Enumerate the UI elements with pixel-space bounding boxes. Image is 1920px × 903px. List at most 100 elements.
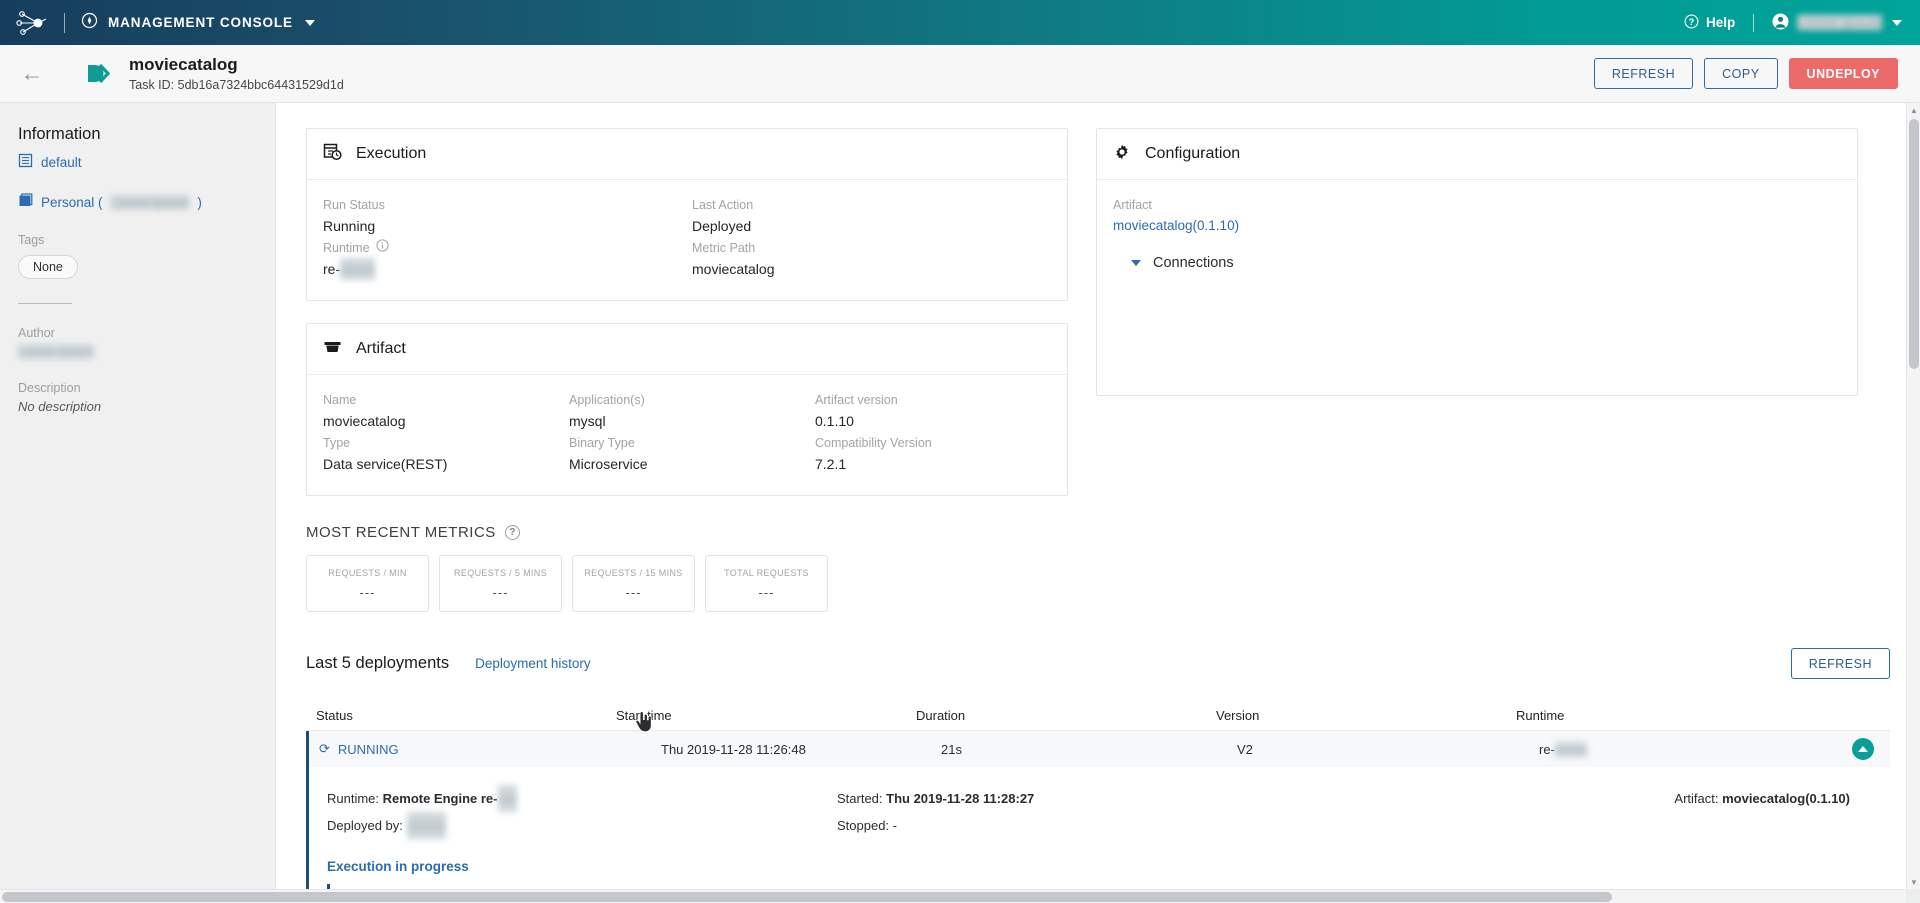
chevron-up-circle-icon[interactable] xyxy=(1852,738,1874,760)
deployment-status-value: RUNNING xyxy=(337,741,399,757)
header-divider-2 xyxy=(1753,13,1755,32)
horizontal-scrollbar-thumb[interactable] xyxy=(2,892,1612,902)
artifact-applications-label: Application(s) xyxy=(569,393,645,407)
copy-button[interactable]: COPY xyxy=(1704,58,1778,89)
page-title-block: moviecatalog Task ID: 5db16a7324bbc64431… xyxy=(129,55,344,91)
detail-runtime-blurred: xxx xyxy=(497,785,517,812)
network-nodes-logo[interactable] xyxy=(16,9,50,37)
column-header-version: Version xyxy=(1216,708,1260,723)
configuration-artifact-link[interactable]: moviecatalog(0.1.10) xyxy=(1113,215,1841,237)
deployments-refresh-button[interactable]: REFRESH xyxy=(1790,648,1890,679)
question-circle-icon[interactable]: ? xyxy=(504,525,520,540)
artifact-card-title: Artifact xyxy=(356,340,406,357)
sidebar-divider xyxy=(18,303,72,304)
deployment-history-link[interactable]: Deployment history xyxy=(475,656,591,671)
detail-runtime-value: Remote Engine re- xyxy=(382,791,498,806)
detail-artifact-value: moviecatalog(0.1.10) xyxy=(1722,791,1850,806)
metric-value: --- xyxy=(359,584,376,600)
chevron-down-icon xyxy=(1131,260,1141,266)
execution-card-body: Run Status Running Last Action Deployed … xyxy=(307,180,1067,300)
metrics-title: MOST RECENT METRICS xyxy=(306,524,496,541)
horizontal-scrollbar[interactable] xyxy=(0,889,1906,903)
artifact-applications-value: mysql xyxy=(569,413,606,429)
tags-value-chip: None xyxy=(18,255,78,279)
execution-card-title: Execution xyxy=(356,145,427,162)
scroll-up-arrow-icon[interactable]: ▲ xyxy=(1907,103,1920,117)
description-value: No description xyxy=(18,399,102,414)
metric-path-label: Metric Path xyxy=(692,241,756,255)
sidebar-workspace-prefix: Personal ( xyxy=(41,194,103,210)
user-menu[interactable]: Lorem Ipsum xyxy=(1772,13,1902,33)
information-sidebar: Information default Personal (Lorem Ipsu… xyxy=(0,103,276,903)
metric-card: REQUESTS / 5 MINS --- xyxy=(439,555,562,612)
user-name: Lorem Ipsum xyxy=(1797,15,1882,30)
metric-label: REQUESTS / 5 MINS xyxy=(454,567,547,578)
detail-artifact-label: Artifact: xyxy=(1674,791,1723,806)
sidebar-project-label: default xyxy=(41,154,82,170)
help-label: Help xyxy=(1705,15,1736,30)
undeploy-button[interactable]: UNDEPLOY xyxy=(1788,58,1898,89)
sidebar-item-workspace[interactable]: Personal (Lorem Ipsum) xyxy=(18,193,275,211)
artifact-name-value: moviecatalog xyxy=(323,413,406,429)
metric-label: TOTAL REQUESTS xyxy=(724,567,809,578)
sidebar-item-project[interactable]: default xyxy=(18,153,275,171)
artifact-binary-type-label: Binary Type xyxy=(569,436,635,450)
detail-started-value: Thu 2019-11-28 11:28:27 xyxy=(886,791,1035,806)
scroll-down-arrow-icon[interactable]: ▼ xyxy=(1907,875,1920,889)
chevron-down-icon[interactable] xyxy=(1892,19,1902,26)
page-body: Information default Personal (Lorem Ipsu… xyxy=(0,103,1920,903)
question-circle-icon: ? xyxy=(1684,14,1699,32)
run-status-value: Running xyxy=(323,218,376,234)
artifact-version-label: Artifact version xyxy=(815,393,898,407)
management-console-menu[interactable]: MANAGEMENT CONSOLE xyxy=(81,12,315,34)
detail-deployed-by-label: Deployed by: xyxy=(327,818,407,833)
header-actions: REFRESH COPY UNDEPLOY xyxy=(1593,58,1898,89)
configuration-card-body: Artifact moviecatalog(0.1.10) Connection… xyxy=(1097,180,1857,395)
description-label: Description xyxy=(18,381,81,395)
deployments-header: Last 5 deployments Deployment history RE… xyxy=(306,648,1890,679)
detail-started-line: Started: Thu 2019-11-28 11:28:27 xyxy=(837,785,1347,812)
detail-runtime-line: Runtime: Remote Engine re-xxx xyxy=(327,785,837,812)
compass-icon xyxy=(81,12,98,34)
artifact-type-value: Data service(REST) xyxy=(323,456,448,472)
detail-stopped-line: Stopped: - xyxy=(837,812,1347,839)
compatibility-version-value: 7.2.1 xyxy=(815,456,847,472)
project-icon xyxy=(18,153,33,171)
back-button[interactable]: ← xyxy=(0,45,64,103)
artifact-box-icon xyxy=(323,337,342,361)
calendar-clock-icon xyxy=(323,142,342,166)
detail-runtime-label: Runtime: xyxy=(327,791,383,806)
user-avatar-icon xyxy=(1772,13,1789,33)
execution-card: Execution Run Status Running Last Action… xyxy=(306,128,1068,301)
page-header: ← moviecatalog Task ID: 5db16a7324bbc644… xyxy=(0,45,1920,103)
artifact-card-body: Name moviecatalog Type Data service(REST… xyxy=(307,375,1067,495)
table-row[interactable]: ⟳ RUNNING Thu 2019-11-28 11:26:48 21s V2… xyxy=(306,731,1890,767)
sidebar-workspace-name: Lorem Ipsum xyxy=(110,194,190,210)
deployment-detail-grid: Runtime: Remote Engine re-xxx Deployed b… xyxy=(327,785,1890,839)
main-content: Execution Run Status Running Last Action… xyxy=(276,103,1920,903)
last-action-value: Deployed xyxy=(692,218,752,234)
column-header-runtime: Runtime xyxy=(1516,708,1565,723)
deployments-table-header: Status Start time Duration Version Runti… xyxy=(306,701,1890,731)
metric-card: REQUESTS / MIN --- xyxy=(306,555,429,612)
vertical-scrollbar[interactable]: ▲ ▼ xyxy=(1906,103,1920,889)
deployment-detail-panel: Runtime: Remote Engine re-xxx Deployed b… xyxy=(306,767,1890,903)
vertical-scrollbar-thumb[interactable] xyxy=(1909,119,1919,369)
metric-value: --- xyxy=(492,584,509,600)
refresh-button[interactable]: REFRESH xyxy=(1593,58,1694,89)
metric-label: REQUESTS / 15 MINS xyxy=(584,567,683,578)
connections-toggle[interactable]: Connections xyxy=(1131,255,1841,271)
metric-value: --- xyxy=(625,584,642,600)
page-title: moviecatalog xyxy=(129,55,238,75)
top-navigation-bar: MANAGEMENT CONSOLE ? Help Lorem Ipsum xyxy=(0,0,1920,45)
chevron-down-icon[interactable] xyxy=(304,19,315,26)
top-bar-right-group: ? Help Lorem Ipsum xyxy=(1684,13,1902,33)
column-header-start-time: Start time xyxy=(616,708,672,723)
artifact-name-label: Name xyxy=(323,393,357,407)
back-arrow-icon: ← xyxy=(20,60,44,86)
help-button[interactable]: ? Help xyxy=(1684,14,1735,32)
artifact-card: Artifact Name moviecatalog Type Data ser… xyxy=(306,323,1068,496)
metrics-section-header: MOST RECENT METRICS ? xyxy=(306,524,1890,541)
info-circle-icon[interactable] xyxy=(375,239,389,258)
left-column: Execution Run Status Running Last Action… xyxy=(306,128,1068,496)
